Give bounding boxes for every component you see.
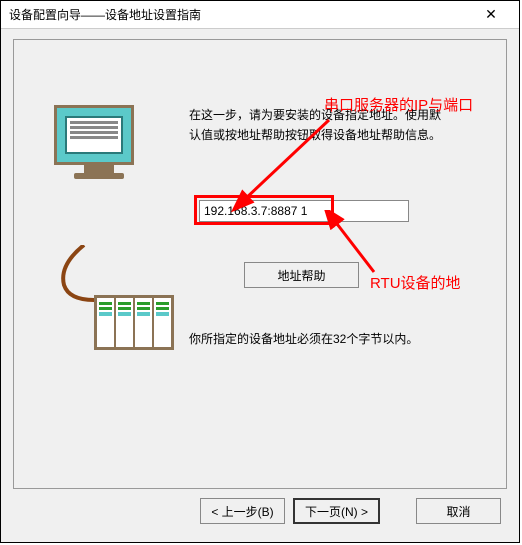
back-button[interactable]: < 上一步(B) — [200, 498, 285, 524]
titlebar: 设备配置向导——设备地址设置指南 ✕ — [1, 1, 519, 29]
address-help-button[interactable]: 地址帮助 — [244, 262, 359, 288]
close-icon: ✕ — [485, 6, 497, 23]
instruction-line: 认值或按地址帮助按钮取得设备地址帮助信息。 — [189, 125, 481, 145]
wizard-buttons: < 上一步(B) 下一页(N) > 取消 — [200, 498, 501, 524]
close-button[interactable]: ✕ — [471, 2, 511, 28]
cancel-button[interactable]: 取消 — [416, 498, 501, 524]
window-title: 设备配置向导——设备地址设置指南 — [9, 6, 471, 23]
hint-text: 你所指定的设备地址必须在32个字节以内。 — [189, 330, 418, 347]
wizard-window: 设备配置向导——设备地址设置指南 ✕ — [0, 0, 520, 543]
callout-rtu: RTU设备的地 — [370, 272, 461, 293]
callout-ip-port: 串口服务器的IP与端口 — [324, 94, 473, 115]
next-button[interactable]: 下一页(N) > — [293, 498, 380, 524]
content-frame: 在这一步，请为要安装的设备指定地址。使用默 认值或按地址帮助按钮取得设备地址帮助… — [13, 39, 507, 489]
wizard-graphic — [44, 105, 164, 180]
server-icon — [94, 295, 174, 350]
device-address-input[interactable] — [199, 200, 409, 222]
address-input-row — [199, 200, 409, 222]
monitor-icon — [54, 105, 144, 180]
